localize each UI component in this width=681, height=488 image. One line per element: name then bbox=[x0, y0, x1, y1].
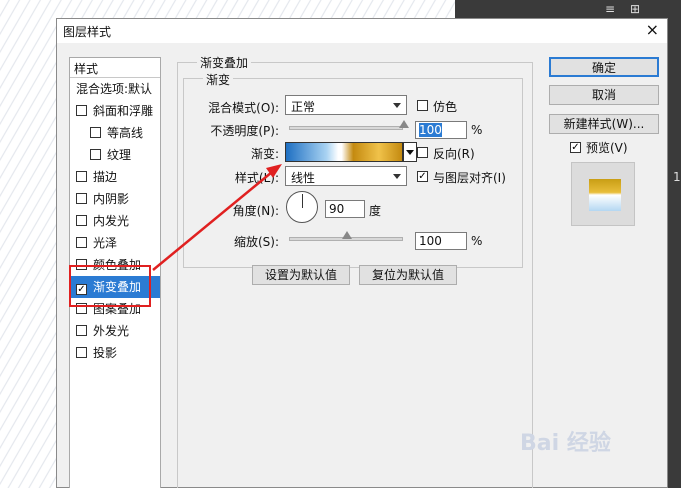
arrow-line bbox=[152, 171, 273, 271]
annotation-arrow bbox=[152, 164, 282, 271]
watermark: Bai 经验 bbox=[520, 431, 611, 456]
